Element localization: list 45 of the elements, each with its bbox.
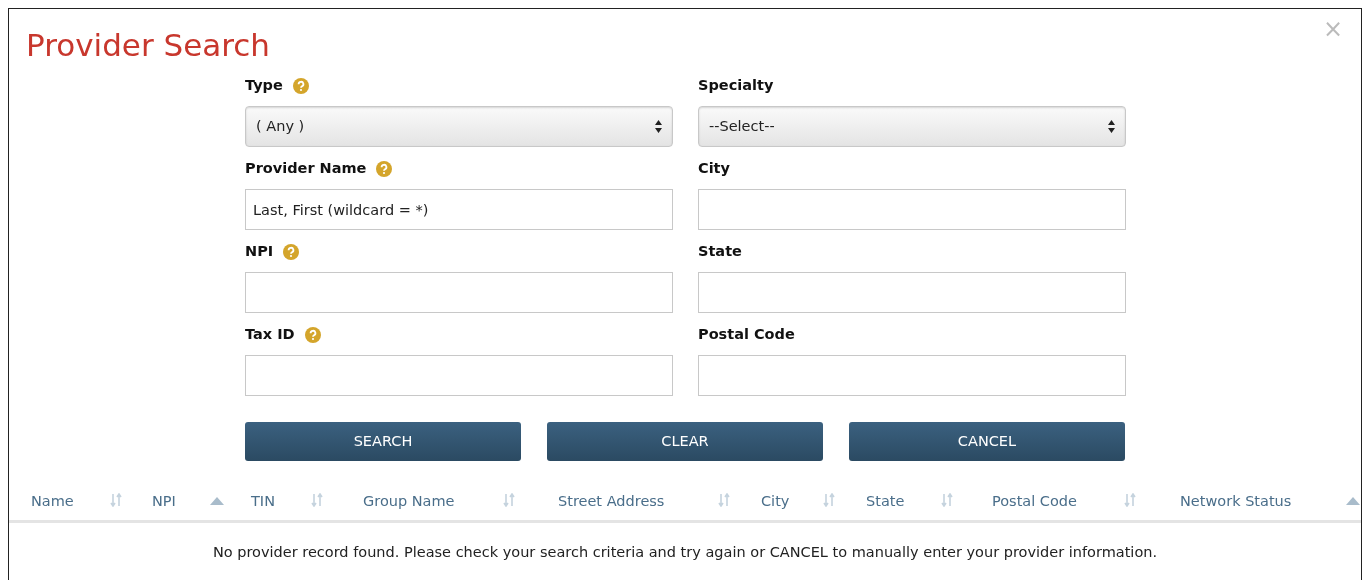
stepper-icon xyxy=(1108,120,1115,133)
text-field[interactable] xyxy=(698,189,1126,230)
action-button[interactable]: CLEAR xyxy=(547,422,823,461)
sort-icon[interactable] xyxy=(311,493,323,507)
column-header[interactable]: City xyxy=(761,491,790,513)
select-dropdown[interactable]: --Select-- xyxy=(698,106,1126,147)
column-header[interactable]: TIN xyxy=(251,491,275,513)
sort-icon[interactable] xyxy=(718,493,730,507)
text-field[interactable] xyxy=(245,272,673,313)
sort-ascending-icon[interactable] xyxy=(210,497,224,505)
field-label: Postal Code xyxy=(698,325,795,345)
stepper-icon xyxy=(655,120,662,133)
column-header[interactable]: Postal Code xyxy=(992,491,1077,513)
dialog-title: Provider Search xyxy=(26,26,270,65)
sort-ascending-icon[interactable] xyxy=(1346,497,1360,505)
help-icon[interactable] xyxy=(376,161,393,177)
field-label: Provider Name xyxy=(245,159,367,179)
field-label: NPI xyxy=(245,242,274,262)
sort-icon[interactable] xyxy=(941,493,953,507)
help-icon[interactable] xyxy=(283,244,300,260)
field-label: Tax ID xyxy=(245,325,295,345)
sort-icon[interactable] xyxy=(823,493,835,507)
field-label: Type xyxy=(245,76,283,96)
field-label: City xyxy=(698,159,730,179)
help-icon[interactable] xyxy=(292,78,309,94)
help-icon[interactable] xyxy=(304,327,321,343)
text-field[interactable] xyxy=(698,272,1126,313)
column-header[interactable]: Name xyxy=(31,491,74,513)
field-label: State xyxy=(698,242,742,262)
empty-table-message: No provider record found. Please check your search criteria and try again or CANCEL to manually enter your provider information. xyxy=(211,543,1159,562)
text-field[interactable] xyxy=(245,355,673,396)
column-header[interactable]: Network Status xyxy=(1180,491,1292,513)
sort-icon[interactable] xyxy=(503,493,515,507)
column-header[interactable]: NPI xyxy=(152,491,176,513)
column-header[interactable]: Group Name xyxy=(363,491,455,513)
text-field[interactable]: Last, First (wildcard = *) xyxy=(245,189,673,230)
column-header[interactable]: State xyxy=(866,491,905,513)
action-button[interactable]: SEARCH xyxy=(245,422,521,461)
column-header[interactable]: Street Address xyxy=(558,491,665,513)
action-button[interactable]: CANCEL xyxy=(849,422,1125,461)
select-dropdown[interactable]: ( Any ) xyxy=(245,106,673,147)
field-label: Specialty xyxy=(698,76,774,96)
sort-icon[interactable] xyxy=(1124,493,1136,507)
text-field[interactable] xyxy=(698,355,1126,396)
sort-icon[interactable] xyxy=(110,493,122,507)
